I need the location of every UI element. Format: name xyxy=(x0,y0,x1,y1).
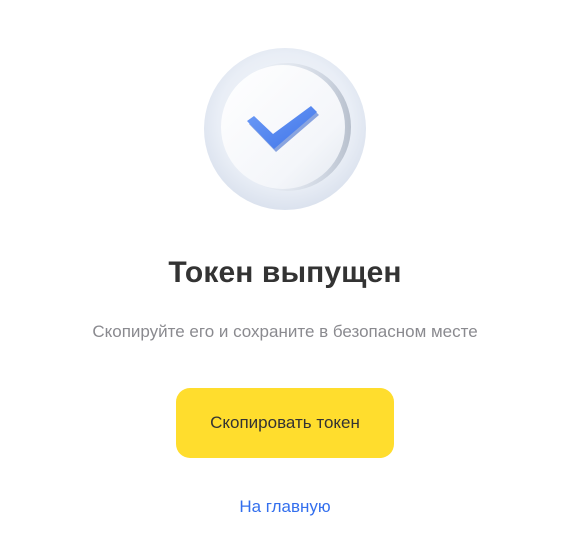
copy-token-button[interactable]: Скопировать токен xyxy=(176,388,394,458)
page-subtitle: Скопируйте его и сохраните в безопасном … xyxy=(92,322,478,341)
home-link[interactable]: На главную xyxy=(0,497,570,517)
token-issued-page: Токен выпущен Скопируйте его и сохраните… xyxy=(0,0,570,555)
checkmark-badge-icon xyxy=(203,48,367,210)
page-title: Токен выпущен xyxy=(168,256,402,289)
